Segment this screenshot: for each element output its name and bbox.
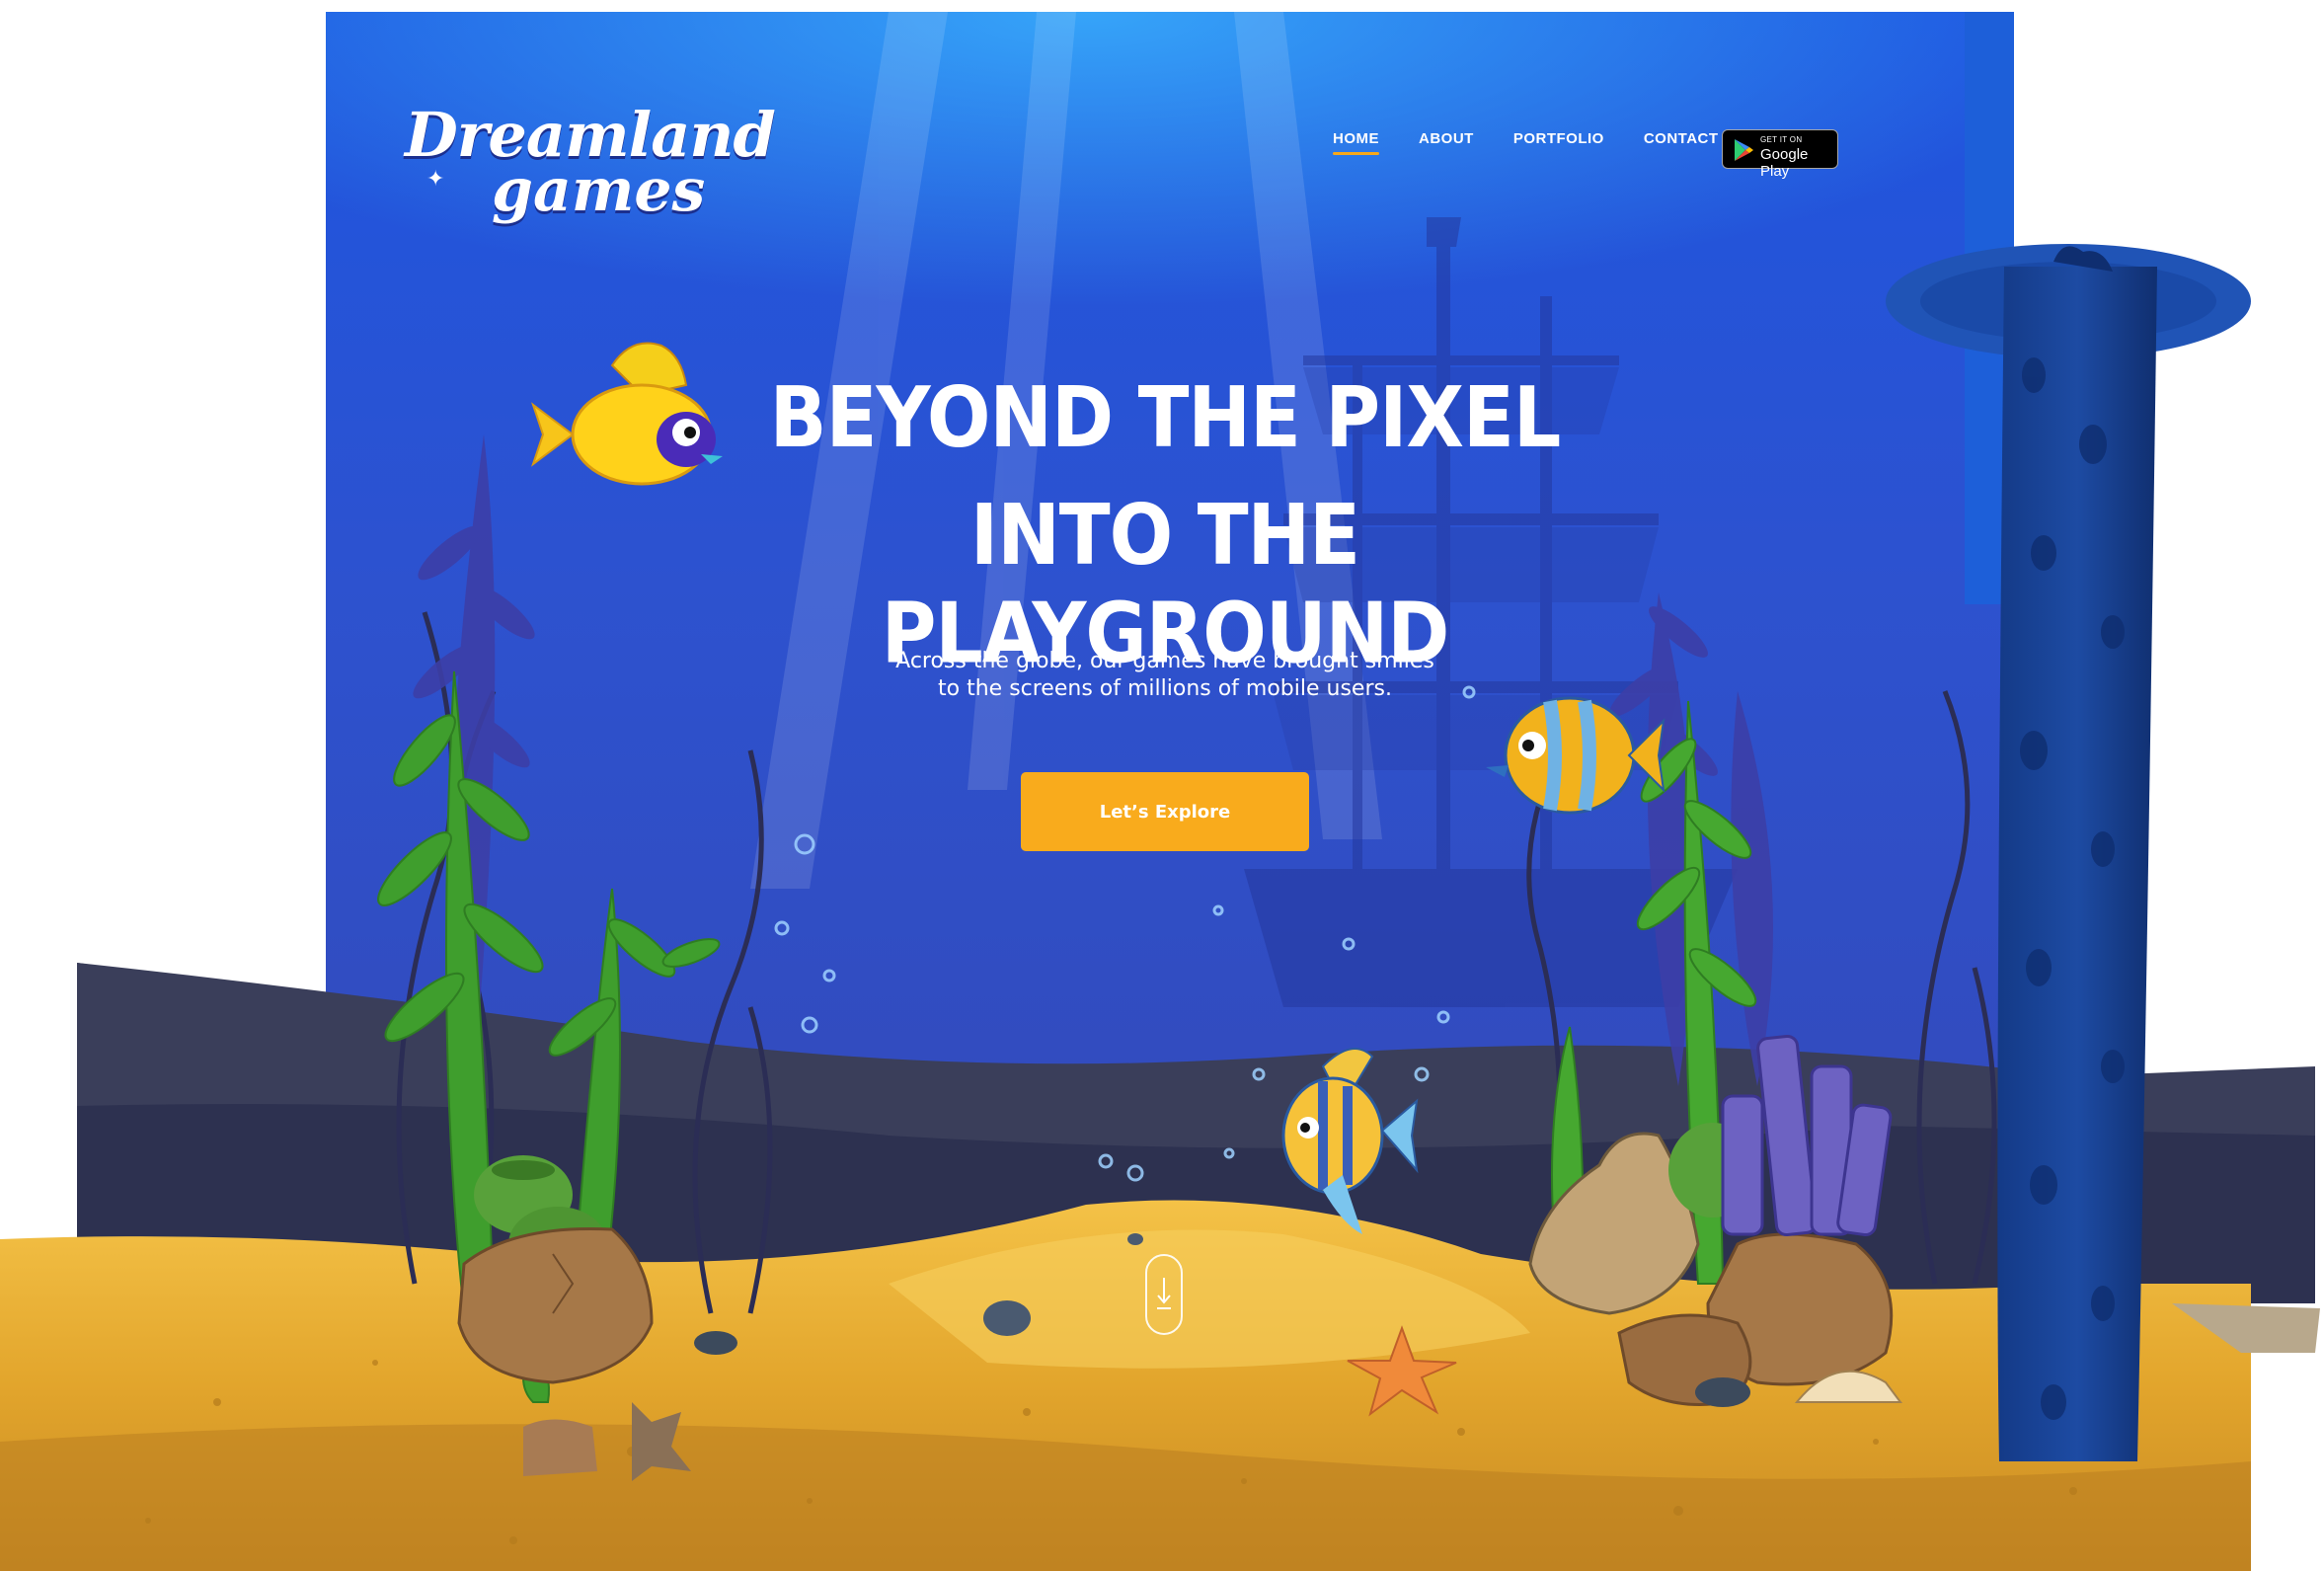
- brand-logo[interactable]: Dreamland ✦ games: [405, 99, 776, 227]
- logo-word-games: games: [492, 156, 706, 225]
- google-play-icon: [1735, 139, 1753, 161]
- star-icon: ✦: [426, 166, 445, 191]
- main-nav: HOME ABOUT PORTFOLIO CONTACT: [1333, 130, 1758, 155]
- hero-headline-line1: BEYOND THE PIXEL: [769, 367, 1562, 467]
- badge-small-text: GET IT ON: [1760, 135, 1803, 144]
- scroll-down-arrow-icon: [1157, 1278, 1171, 1309]
- google-play-badge[interactable]: GET IT ON Google Play: [1722, 129, 1838, 180]
- hero-subtitle-line1: Across the globe, our games have brought…: [895, 649, 1434, 673]
- page-overlay: Dreamland ✦ games HOME ABOUT PORTFOLIO C…: [0, 0, 2324, 1571]
- nav-item-about[interactable]: ABOUT: [1419, 130, 1474, 147]
- hero-subtitle-line2: to the screens of millions of mobile use…: [938, 676, 1392, 701]
- badge-big-text: Google Play: [1760, 146, 1809, 180]
- lets-explore-button[interactable]: Let’s Explore: [1021, 772, 1309, 851]
- nav-item-contact[interactable]: CONTACT: [1644, 130, 1719, 147]
- nav-item-home[interactable]: HOME: [1333, 130, 1379, 155]
- scroll-down-indicator[interactable]: [1145, 1254, 1183, 1335]
- nav-item-portfolio[interactable]: PORTFOLIO: [1513, 130, 1604, 147]
